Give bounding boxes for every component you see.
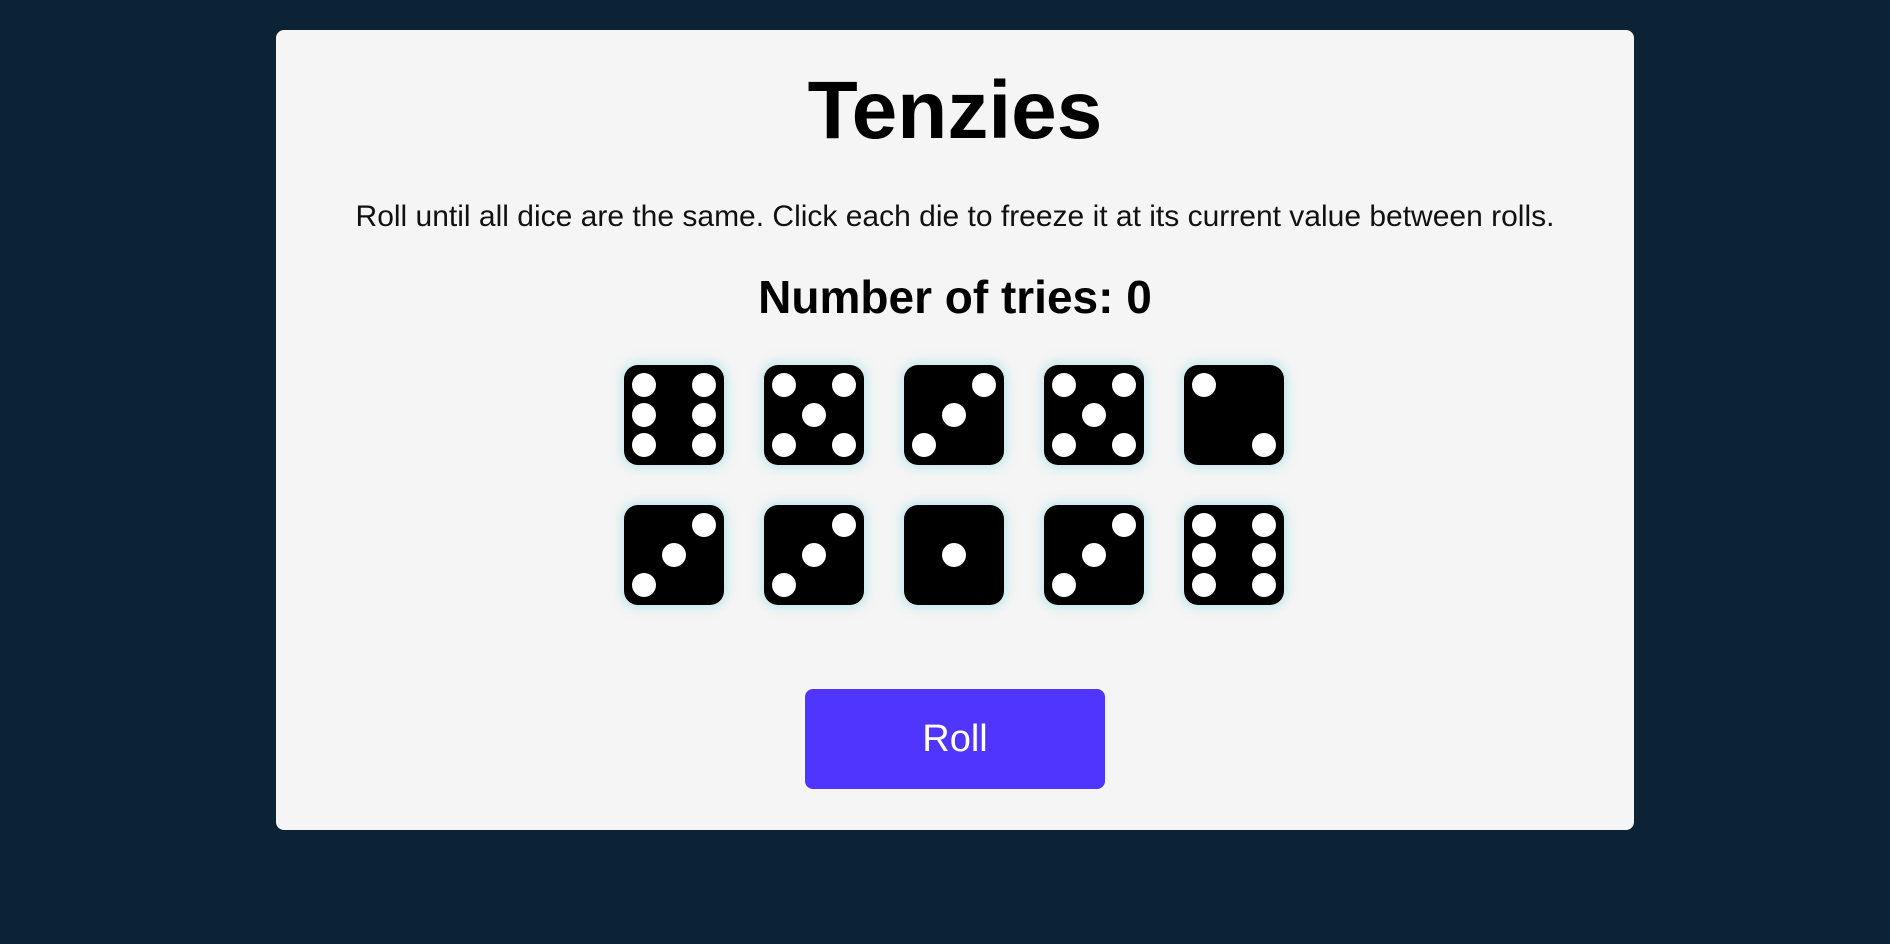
instructions-text: Roll until all dice are the same. Click … <box>355 200 1555 233</box>
die-pip <box>912 433 936 457</box>
die-pip <box>942 543 966 567</box>
die-pip <box>772 433 796 457</box>
die-pip <box>1112 513 1136 537</box>
die-pip <box>1192 543 1216 567</box>
die-10[interactable] <box>1184 505 1284 605</box>
game-card: Tenzies Roll until all dice are the same… <box>276 30 1634 830</box>
die-pip <box>1192 573 1216 597</box>
die-pip <box>972 373 996 397</box>
die-pip <box>632 433 656 457</box>
die-pip <box>1252 433 1276 457</box>
die-pip <box>1052 573 1076 597</box>
die-pip <box>1052 373 1076 397</box>
die-1[interactable] <box>624 365 724 465</box>
die-pip <box>1192 373 1216 397</box>
die-pip <box>1112 433 1136 457</box>
die-pip <box>802 403 826 427</box>
die-pip <box>1252 513 1276 537</box>
die-pip <box>1112 373 1136 397</box>
die-pip <box>1082 403 1106 427</box>
die-pip <box>832 433 856 457</box>
die-pip <box>1252 543 1276 567</box>
die-pip <box>832 373 856 397</box>
dice-grid <box>624 365 1286 605</box>
roll-button[interactable]: Roll <box>805 689 1105 789</box>
die-2[interactable] <box>764 365 864 465</box>
tries-counter: Number of tries: 0 <box>758 271 1152 323</box>
die-6[interactable] <box>624 505 724 605</box>
die-pip <box>662 543 686 567</box>
die-pip <box>692 513 716 537</box>
die-7[interactable] <box>764 505 864 605</box>
die-pip <box>802 543 826 567</box>
die-3[interactable] <box>904 365 1004 465</box>
die-pip <box>692 403 716 427</box>
die-8[interactable] <box>904 505 1004 605</box>
die-9[interactable] <box>1044 505 1144 605</box>
page-title: Tenzies <box>807 65 1103 156</box>
die-pip <box>832 513 856 537</box>
die-pip <box>1052 433 1076 457</box>
die-pip <box>1252 573 1276 597</box>
die-pip <box>772 573 796 597</box>
die-pip <box>632 573 656 597</box>
die-pip <box>692 373 716 397</box>
die-4[interactable] <box>1044 365 1144 465</box>
die-pip <box>692 433 716 457</box>
die-pip <box>942 403 966 427</box>
die-pip <box>772 373 796 397</box>
die-5[interactable] <box>1184 365 1284 465</box>
die-pip <box>1082 543 1106 567</box>
die-pip <box>632 403 656 427</box>
die-pip <box>632 373 656 397</box>
die-pip <box>1192 513 1216 537</box>
